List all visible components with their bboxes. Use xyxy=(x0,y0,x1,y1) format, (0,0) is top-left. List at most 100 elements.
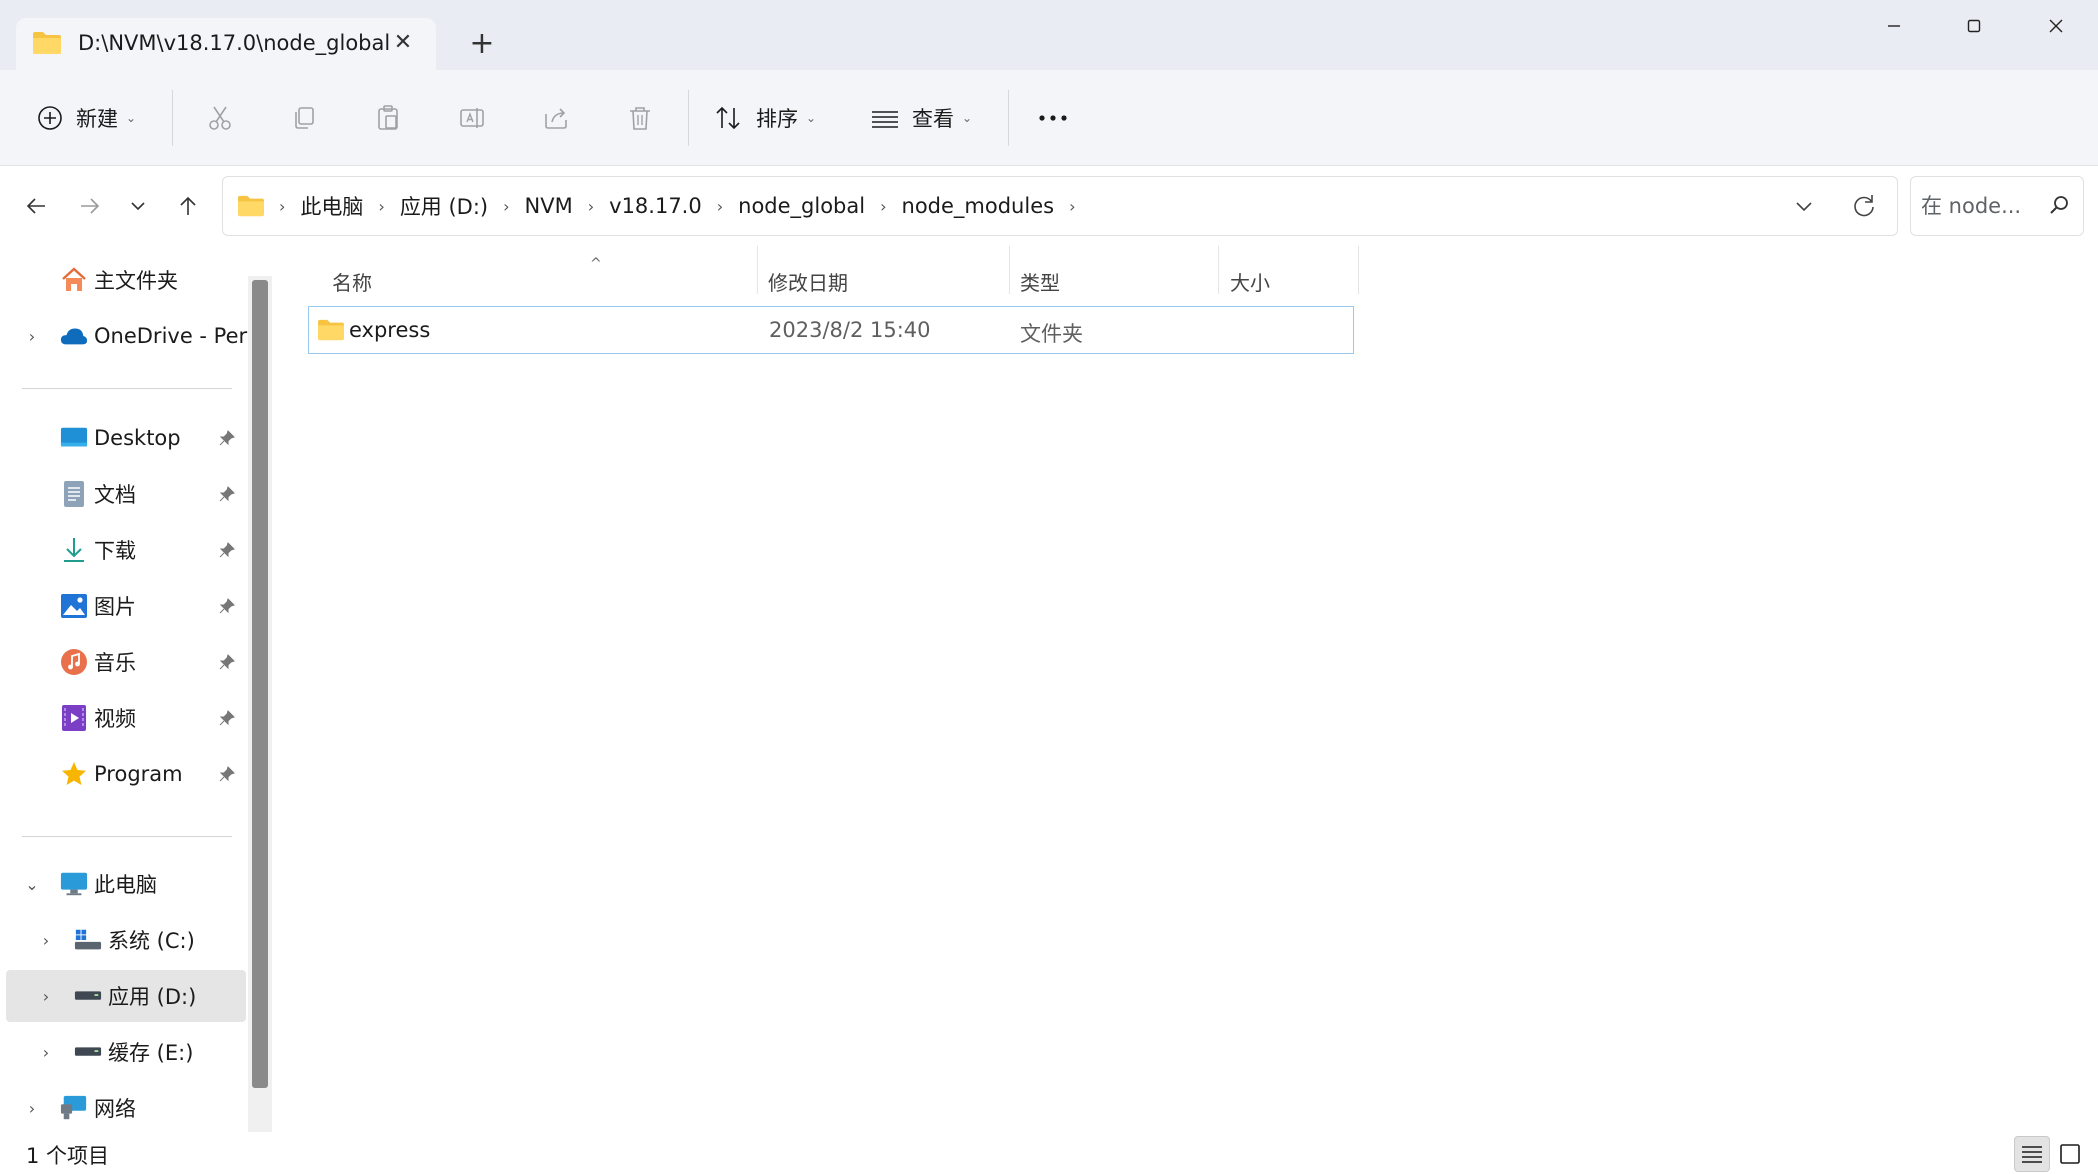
share-button[interactable] xyxy=(542,96,570,140)
new-button[interactable]: 新建 ⌄ xyxy=(36,96,136,140)
refresh-button[interactable] xyxy=(1849,191,1879,226)
column-header-label: 类型 xyxy=(1020,270,1060,295)
paste-button[interactable] xyxy=(374,96,402,140)
sidebar-item-drive-d[interactable]: › 应用 (D:) xyxy=(6,970,246,1022)
sort-ascending-icon: ^ xyxy=(590,256,602,272)
chevron-right-icon[interactable]: › xyxy=(22,327,42,346)
chevron-right-icon[interactable]: › xyxy=(36,987,56,1006)
tab-title: D:\NVM\v18.17.0\node_global xyxy=(78,31,391,55)
column-header-name[interactable]: 名称 ^ xyxy=(332,256,612,304)
cut-button[interactable] xyxy=(206,96,234,140)
sort-button[interactable]: 排序 ⌄ xyxy=(714,96,816,140)
forward-button[interactable] xyxy=(70,186,110,226)
breadcrumb-separator[interactable]: › xyxy=(588,197,594,216)
close-window-button[interactable] xyxy=(2026,6,2086,46)
breadcrumb-separator[interactable]: › xyxy=(717,197,723,216)
arrow-up-icon xyxy=(180,196,196,215)
copy-button[interactable] xyxy=(290,96,318,140)
column-header-type[interactable]: 类型 xyxy=(1020,258,1060,304)
column-header-label: 大小 xyxy=(1230,270,1270,295)
search-box[interactable] xyxy=(1910,176,2084,236)
breadcrumb-this-pc[interactable]: 此电脑 xyxy=(300,191,363,221)
minimize-button[interactable] xyxy=(1864,6,1924,46)
breadcrumb-separator[interactable]: › xyxy=(880,197,886,216)
file-type: 文件夹 xyxy=(1020,322,1083,346)
breadcrumb-separator[interactable]: › xyxy=(279,197,285,216)
rename-button[interactable] xyxy=(458,96,486,140)
chevron-right-icon[interactable]: › xyxy=(36,931,56,950)
breadcrumb-version[interactable]: v18.17.0 xyxy=(609,194,702,218)
new-tab-button[interactable]: + xyxy=(464,28,500,64)
file-modified-date: 2023/8/2 15:40 xyxy=(769,318,931,342)
up-button[interactable] xyxy=(168,186,208,226)
chevron-right-icon[interactable]: › xyxy=(22,1099,42,1118)
chevron-down-icon: ⌄ xyxy=(126,111,137,125)
sidebar-item-videos[interactable]: 视频 xyxy=(6,692,246,744)
sidebar-item-pictures[interactable]: 图片 xyxy=(6,580,246,632)
file-name[interactable]: express xyxy=(349,318,430,342)
toolbar-divider xyxy=(688,90,689,146)
recent-locations-button[interactable] xyxy=(118,186,158,226)
sidebar-item-home[interactable]: 主文件夹 xyxy=(6,254,246,306)
breadcrumb-drive-d[interactable]: 应用 (D:) xyxy=(400,191,488,221)
pin-icon[interactable] xyxy=(218,428,236,452)
column-divider[interactable] xyxy=(1218,246,1219,294)
column-header-modified[interactable]: 修改日期 xyxy=(768,258,848,304)
breadcrumb-separator[interactable]: › xyxy=(378,197,384,216)
back-button[interactable] xyxy=(16,186,56,226)
pin-icon[interactable] xyxy=(218,484,236,508)
breadcrumb-nvm[interactable]: NVM xyxy=(525,194,573,218)
sidebar-item-this-pc[interactable]: ⌄ 此电脑 xyxy=(6,858,246,910)
column-divider[interactable] xyxy=(1009,246,1010,294)
sidebar-item-downloads[interactable]: 下载 xyxy=(6,524,246,576)
documents-icon xyxy=(60,480,88,508)
sidebar-scrollbar-thumb[interactable] xyxy=(252,280,268,1088)
sidebar-item-label: 系统 (C:) xyxy=(108,929,195,953)
delete-button[interactable] xyxy=(626,96,654,140)
search-input[interactable] xyxy=(1921,191,2041,221)
column-header-size[interactable]: 大小 xyxy=(1230,258,1270,304)
sidebar-item-drive-c[interactable]: › 系统 (C:) xyxy=(6,914,246,966)
maximize-button[interactable] xyxy=(1944,6,2004,46)
breadcrumb-separator[interactable]: › xyxy=(1069,197,1075,216)
file-row[interactable]: express 2023/8/2 15:40 文件夹 xyxy=(308,306,1354,354)
pin-icon[interactable] xyxy=(218,596,236,620)
sidebar-item-label: 下载 xyxy=(94,539,136,563)
toolbar-divider xyxy=(1008,90,1009,146)
navigation-pane: 主文件夹 › OneDrive - Per Desktop 文档 下载 图片 音… xyxy=(0,246,276,1136)
sidebar-item-network[interactable]: › 网络 xyxy=(6,1082,246,1134)
sidebar-item-drive-e[interactable]: › 缓存 (E:) xyxy=(6,1026,246,1078)
sidebar-item-music[interactable]: 音乐 xyxy=(6,636,246,688)
pin-icon[interactable] xyxy=(218,540,236,564)
search-icon[interactable] xyxy=(2047,193,2071,222)
details-view-button[interactable] xyxy=(2014,1136,2050,1172)
chevron-down-icon: ⌄ xyxy=(806,111,817,125)
file-explorer-window: D:\NVM\v18.17.0\node_global ✕ + 新建 ⌄ 排序 … xyxy=(0,0,2098,1174)
toolbar-divider xyxy=(172,90,173,146)
tiles-view-button[interactable] xyxy=(2052,1136,2088,1172)
breadcrumb-node-modules[interactable]: node_modules xyxy=(902,194,1055,218)
breadcrumb-node-global[interactable]: node_global xyxy=(738,194,865,218)
chevron-down-icon[interactable]: ⌄ xyxy=(22,875,42,894)
tab-current-folder[interactable]: D:\NVM\v18.17.0\node_global ✕ xyxy=(16,18,436,70)
sidebar-item-label: 音乐 xyxy=(94,651,136,675)
more-options-button[interactable] xyxy=(1036,96,1070,140)
sidebar-item-program[interactable]: Program xyxy=(6,748,246,800)
pin-icon[interactable] xyxy=(218,652,236,676)
sidebar-item-onedrive[interactable]: › OneDrive - Per xyxy=(6,310,247,362)
sidebar-item-desktop[interactable]: Desktop xyxy=(6,412,246,464)
chevron-right-icon[interactable]: › xyxy=(36,1043,56,1062)
column-divider[interactable] xyxy=(1358,246,1359,294)
tab-close-icon[interactable]: ✕ xyxy=(388,28,418,58)
address-bar[interactable]: › 此电脑 › 应用 (D:) › NVM › v18.17.0 › node_… xyxy=(222,176,1898,236)
pin-icon[interactable] xyxy=(218,764,236,788)
column-divider[interactable] xyxy=(757,246,758,294)
sidebar-item-label: Desktop xyxy=(94,426,181,450)
pin-icon[interactable] xyxy=(218,708,236,732)
view-button[interactable]: 查看 ⌄ xyxy=(870,96,972,140)
folder-icon xyxy=(32,30,62,61)
breadcrumb-separator[interactable]: › xyxy=(503,197,509,216)
sidebar-item-documents[interactable]: 文档 xyxy=(6,468,246,520)
address-history-button[interactable] xyxy=(1789,191,1819,226)
drive-icon xyxy=(74,1038,102,1066)
